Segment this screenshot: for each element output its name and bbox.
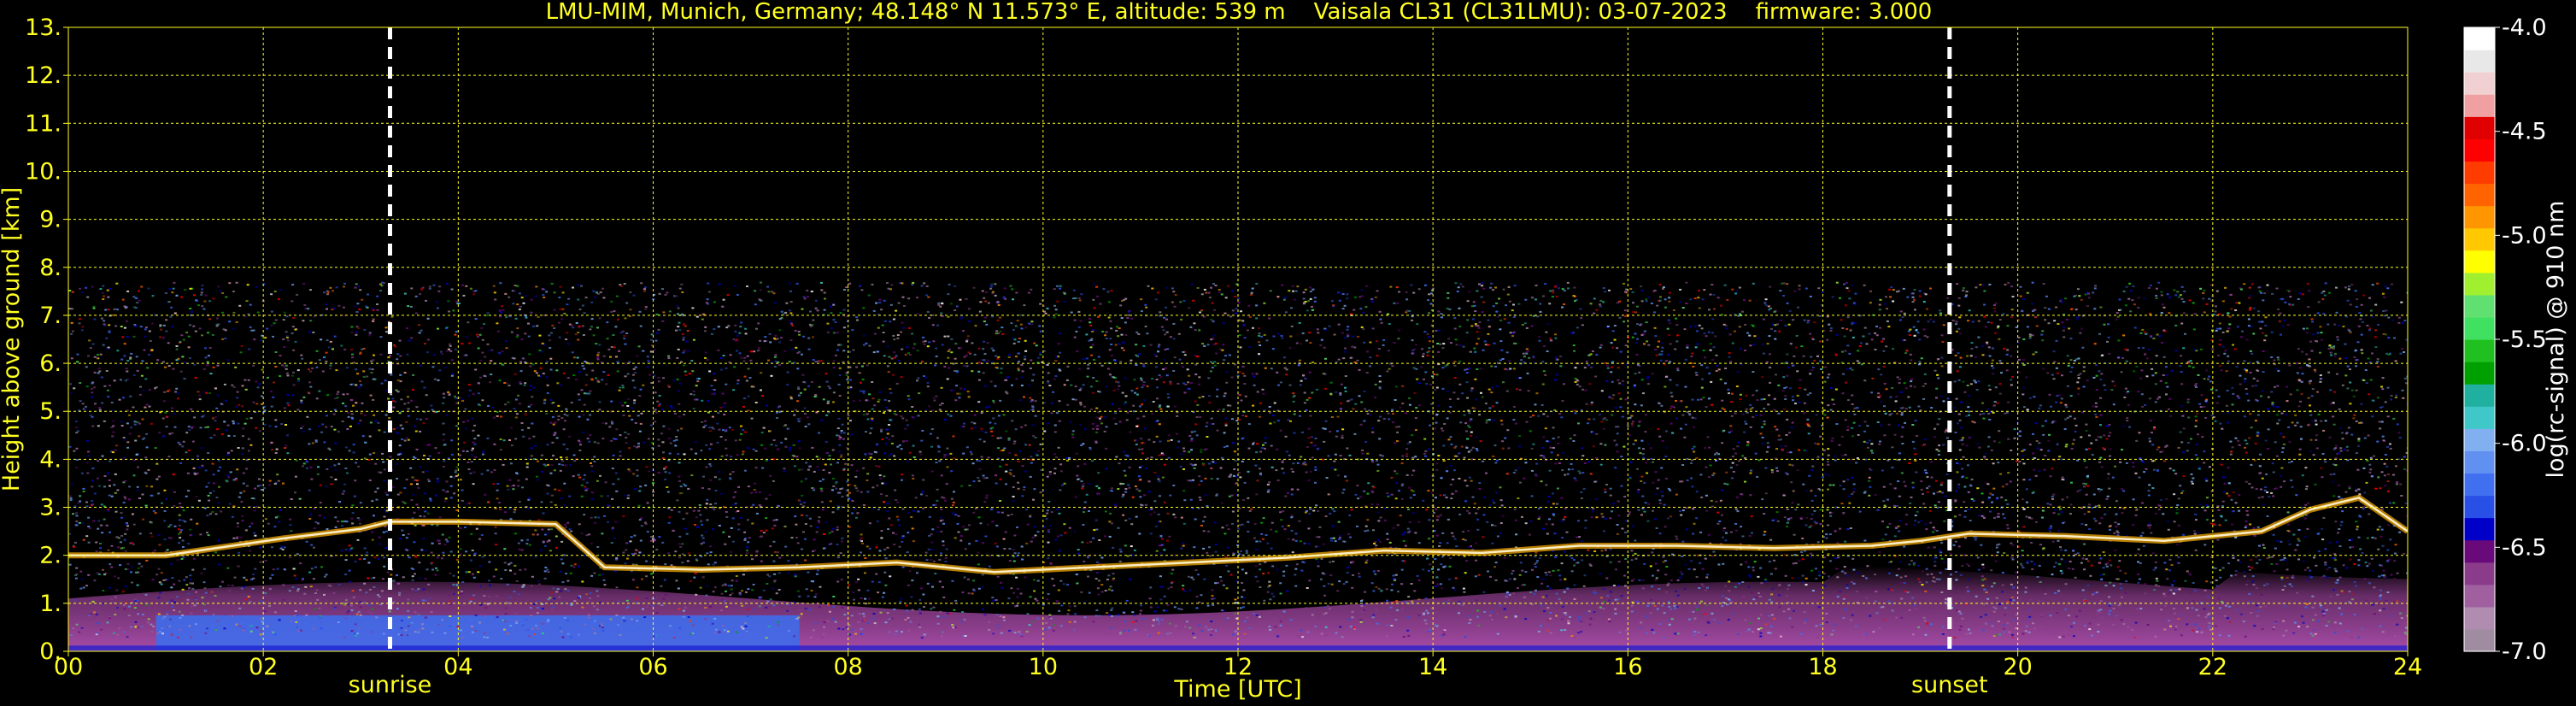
colorbar-segment (2464, 339, 2495, 362)
x-tick-label: 24 (2393, 654, 2422, 680)
colorbar-segment (2464, 316, 2495, 340)
y-tick-label: 0. (39, 638, 62, 665)
x-tick-label: 06 (638, 654, 667, 680)
y-axis-label: Height above ground [km] (0, 187, 25, 491)
y-tick-label: 9. (39, 207, 62, 233)
y-tick-label: 3. (39, 495, 62, 521)
colorbar-tick-label: -5.0 (2502, 222, 2547, 249)
sunset-label: sunset (1911, 672, 1988, 698)
colorbar-segment (2464, 294, 2495, 318)
x-tick-label: 20 (2003, 654, 2032, 680)
colorbar-segment (2464, 517, 2495, 541)
y-tick-label: 4. (39, 446, 62, 473)
colorbar-segment (2464, 539, 2495, 563)
colorbar-segment (2464, 227, 2495, 251)
x-tick-label: 14 (1418, 654, 1447, 680)
y-tick-label: 8. (39, 255, 62, 281)
colorbar-segment (2464, 384, 2495, 407)
colorbar-segment (2464, 250, 2495, 274)
y-tick-label: 12. (25, 62, 62, 89)
y-tick-label: 5. (39, 398, 62, 425)
y-tick-label: 1. (39, 591, 62, 617)
chart-title: LMU-MIM, Munich, Germany; 48.148° N 11.5… (546, 0, 1933, 25)
x-tick-label: 10 (1029, 654, 1058, 680)
colorbar-segment (2464, 27, 2495, 50)
colorbar-segment (2464, 362, 2495, 385)
colorbar-segment (2464, 450, 2495, 474)
colorbar: -4.0 -4.5 -5.0 -5.5 -6.0 -6.5 -7.0 (2463, 15, 2547, 665)
colorbar-segment (2464, 428, 2495, 451)
colorbar-segment (2464, 116, 2495, 139)
sunrise-label: sunrise (349, 672, 432, 698)
y-axis: 0. 1. 2. 3. 4. 5. 6. 7. 8. 9. 10. 11. 12. 13. (25, 15, 68, 665)
x-tick-label: 22 (2198, 654, 2227, 680)
colorbar-segment (2464, 562, 2495, 585)
ceilometer-chart: LMU-MIM, Munich, Germany; 48.148° N 11.5… (0, 0, 2569, 703)
y-tick-label: 10. (25, 158, 62, 185)
colorbar-segment (2464, 606, 2495, 630)
x-tick-label: 08 (833, 654, 862, 680)
y-tick-label: 11. (25, 110, 62, 137)
x-axis-label: Time [UTC] (1173, 676, 1301, 703)
colorbar-tick-label: -6.5 (2502, 534, 2547, 561)
colorbar-segment (2464, 205, 2495, 229)
colorbar-segment (2464, 406, 2495, 429)
colorbar-segment (2464, 72, 2495, 95)
colorbar-tick-label: -7.0 (2502, 638, 2547, 665)
colorbar-segment (2464, 138, 2495, 162)
colorbar-segment (2464, 50, 2495, 73)
y-tick-label: 2. (39, 543, 62, 569)
colorbar-segment (2464, 473, 2495, 497)
y-tick-label: 13. (25, 15, 62, 41)
colorbar-segment (2464, 161, 2495, 185)
colorbar-segment (2464, 495, 2495, 519)
y-tick-label: 6. (39, 350, 62, 377)
colorbar-label: log(rc-signal) @ 910 nm (2543, 201, 2569, 479)
colorbar-tick-label: -4.5 (2502, 119, 2547, 145)
colorbar-segment (2464, 628, 2495, 652)
colorbar-segment (2464, 272, 2495, 296)
colorbar-tick-label: -5.5 (2502, 327, 2547, 353)
colorbar-segment (2464, 584, 2495, 608)
x-tick-label: 04 (443, 654, 472, 680)
x-tick-label: 18 (1808, 654, 1837, 680)
y-tick-label: 7. (39, 303, 62, 329)
x-tick-label: 02 (249, 654, 278, 680)
colorbar-tick-label: -6.0 (2502, 431, 2547, 457)
colorbar-tick-label: -4.0 (2502, 15, 2547, 41)
colorbar-segment (2464, 183, 2495, 207)
colorbar-segment (2464, 94, 2495, 117)
x-tick-label: 16 (1613, 654, 1642, 680)
